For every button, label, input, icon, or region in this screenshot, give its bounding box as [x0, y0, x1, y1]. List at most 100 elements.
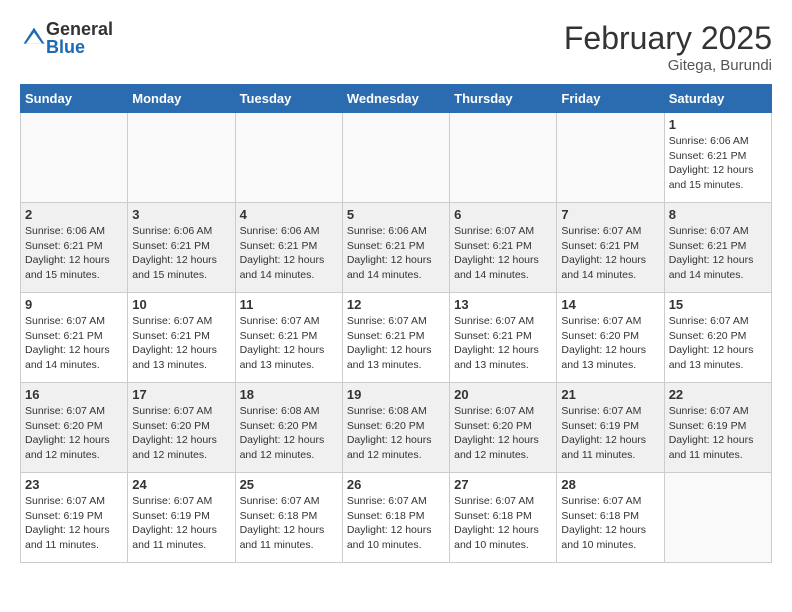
calendar: SundayMondayTuesdayWednesdayThursdayFrid…	[20, 84, 772, 563]
day-number: 2	[25, 207, 123, 222]
day-number: 4	[240, 207, 338, 222]
calendar-cell: 5Sunrise: 6:06 AM Sunset: 6:21 PM Daylig…	[342, 203, 449, 293]
day-info: Sunrise: 6:07 AM Sunset: 6:20 PM Dayligh…	[454, 404, 552, 463]
logo-icon	[22, 26, 46, 50]
location: Gitega, Burundi	[564, 57, 772, 74]
day-number: 16	[25, 387, 123, 402]
calendar-cell: 17 Sunrise: 6:07 AM Sunset: 6:20 PM Dayli…	[128, 383, 235, 473]
day-number: 3	[132, 207, 230, 222]
day-info: Sunrise: 6:07 AM Sunset: 6:20 PM Dayligh…	[25, 404, 123, 463]
logo-blue: Blue	[46, 38, 113, 56]
calendar-cell: 24 Sunrise: 6:07 AM Sunset: 6:19 PM Dayli…	[128, 473, 235, 563]
calendar-cell: 27 Sunrise: 6:07 AM Sunset: 6:18 PM Dayli…	[450, 473, 557, 563]
day-info: Sunrise: 6:06 AM Sunset: 6:21 PM Dayligh…	[669, 134, 767, 193]
calendar-cell: 2 Sunrise: 6:06 AM Sunset: 6:21 PM Daylig…	[21, 203, 128, 293]
calendar-cell: 26Sunrise: 6:07 AM Sunset: 6:18 PM Dayli…	[342, 473, 449, 563]
calendar-cell: 20Sunrise: 6:07 AM Sunset: 6:20 PM Dayli…	[450, 383, 557, 473]
day-number: 15	[669, 297, 767, 312]
calendar-cell: 12 Sunrise: 6:07 AM Sunset: 6:21 PM Dayli…	[342, 293, 449, 383]
calendar-cell	[235, 113, 342, 203]
day-number: 14	[561, 297, 659, 312]
weekday-header-monday: Monday	[128, 85, 235, 113]
day-info: Sunrise: 6:06 AM Sunset: 6:21 PM Dayligh…	[347, 224, 445, 283]
calendar-cell: 16 Sunrise: 6:07 AM Sunset: 6:20 PM Dayli…	[21, 383, 128, 473]
calendar-cell: 8 Sunrise: 6:07 AM Sunset: 6:21 PM Daylig…	[664, 203, 771, 293]
calendar-week-1: 1 Sunrise: 6:06 AM Sunset: 6:21 PM Daylig…	[21, 113, 772, 203]
day-number: 1	[669, 117, 767, 132]
day-info: Sunrise: 6:07 AM Sunset: 6:21 PM Dayligh…	[561, 224, 659, 283]
day-info: Sunrise: 6:07 AM Sunset: 6:21 PM Dayligh…	[132, 314, 230, 373]
day-number: 9	[25, 297, 123, 312]
calendar-cell: 21 Sunrise: 6:07 AM Sunset: 6:19 PM Dayli…	[557, 383, 664, 473]
day-info: Sunrise: 6:06 AM Sunset: 6:21 PM Dayligh…	[240, 224, 338, 283]
calendar-cell: 4 Sunrise: 6:06 AM Sunset: 6:21 PM Daylig…	[235, 203, 342, 293]
day-info: Sunrise: 6:07 AM Sunset: 6:20 PM Dayligh…	[132, 404, 230, 463]
calendar-week-5: 23 Sunrise: 6:07 AM Sunset: 6:19 PM Dayli…	[21, 473, 772, 563]
weekday-header-wednesday: Wednesday	[342, 85, 449, 113]
day-number: 17	[132, 387, 230, 402]
calendar-cell: 14 Sunrise: 6:07 AM Sunset: 6:20 PM Dayli…	[557, 293, 664, 383]
calendar-cell: 28 Sunrise: 6:07 AM Sunset: 6:18 PM Dayli…	[557, 473, 664, 563]
day-info: Sunrise: 6:07 AM Sunset: 6:19 PM Dayligh…	[25, 494, 123, 553]
day-info: Sunrise: 6:08 AM Sunset: 6:20 PM Dayligh…	[240, 404, 338, 463]
calendar-week-3: 9 Sunrise: 6:07 AM Sunset: 6:21 PM Daylig…	[21, 293, 772, 383]
day-info: Sunrise: 6:07 AM Sunset: 6:20 PM Dayligh…	[561, 314, 659, 373]
calendar-cell: 15 Sunrise: 6:07 AM Sunset: 6:20 PM Dayli…	[664, 293, 771, 383]
calendar-cell: 3 Sunrise: 6:06 AM Sunset: 6:21 PM Daylig…	[128, 203, 235, 293]
day-number: 6	[454, 207, 552, 222]
day-info: Sunrise: 6:07 AM Sunset: 6:21 PM Dayligh…	[347, 314, 445, 373]
calendar-cell: 18 Sunrise: 6:08 AM Sunset: 6:20 PM Dayli…	[235, 383, 342, 473]
weekday-header-tuesday: Tuesday	[235, 85, 342, 113]
calendar-cell	[450, 113, 557, 203]
day-info: Sunrise: 6:07 AM Sunset: 6:19 PM Dayligh…	[561, 404, 659, 463]
month-title: February 2025	[564, 20, 772, 57]
day-number: 12	[347, 297, 445, 312]
day-number: 19	[347, 387, 445, 402]
day-info: Sunrise: 6:06 AM Sunset: 6:21 PM Dayligh…	[25, 224, 123, 283]
calendar-cell: 9 Sunrise: 6:07 AM Sunset: 6:21 PM Daylig…	[21, 293, 128, 383]
day-info: Sunrise: 6:07 AM Sunset: 6:18 PM Dayligh…	[454, 494, 552, 553]
calendar-week-4: 16 Sunrise: 6:07 AM Sunset: 6:20 PM Dayli…	[21, 383, 772, 473]
day-info: Sunrise: 6:07 AM Sunset: 6:19 PM Dayligh…	[132, 494, 230, 553]
calendar-cell	[128, 113, 235, 203]
day-number: 13	[454, 297, 552, 312]
day-number: 28	[561, 477, 659, 492]
calendar-cell: 22Sunrise: 6:07 AM Sunset: 6:19 PM Dayli…	[664, 383, 771, 473]
day-info: Sunrise: 6:07 AM Sunset: 6:21 PM Dayligh…	[25, 314, 123, 373]
day-number: 21	[561, 387, 659, 402]
calendar-cell: 25Sunrise: 6:07 AM Sunset: 6:18 PM Dayli…	[235, 473, 342, 563]
weekday-header-sunday: Sunday	[21, 85, 128, 113]
day-info: Sunrise: 6:07 AM Sunset: 6:18 PM Dayligh…	[561, 494, 659, 553]
day-number: 18	[240, 387, 338, 402]
calendar-cell: 19 Sunrise: 6:08 AM Sunset: 6:20 PM Dayli…	[342, 383, 449, 473]
calendar-cell: 11Sunrise: 6:07 AM Sunset: 6:21 PM Dayli…	[235, 293, 342, 383]
day-info: Sunrise: 6:06 AM Sunset: 6:21 PM Dayligh…	[132, 224, 230, 283]
day-number: 27	[454, 477, 552, 492]
calendar-cell: 7 Sunrise: 6:07 AM Sunset: 6:21 PM Daylig…	[557, 203, 664, 293]
day-info: Sunrise: 6:07 AM Sunset: 6:18 PM Dayligh…	[347, 494, 445, 553]
calendar-cell: 10 Sunrise: 6:07 AM Sunset: 6:21 PM Dayli…	[128, 293, 235, 383]
day-number: 25	[240, 477, 338, 492]
day-number: 24	[132, 477, 230, 492]
day-number: 7	[561, 207, 659, 222]
day-number: 8	[669, 207, 767, 222]
weekday-header-friday: Friday	[557, 85, 664, 113]
day-info: Sunrise: 6:07 AM Sunset: 6:21 PM Dayligh…	[454, 224, 552, 283]
day-number: 23	[25, 477, 123, 492]
day-info: Sunrise: 6:07 AM Sunset: 6:20 PM Dayligh…	[669, 314, 767, 373]
calendar-cell: 13 Sunrise: 6:07 AM Sunset: 6:21 PM Dayli…	[450, 293, 557, 383]
weekday-header-saturday: Saturday	[664, 85, 771, 113]
weekday-header-thursday: Thursday	[450, 85, 557, 113]
day-number: 10	[132, 297, 230, 312]
title-block: February 2025 Gitega, Burundi	[564, 20, 772, 74]
calendar-cell: 6 Sunrise: 6:07 AM Sunset: 6:21 PM Daylig…	[450, 203, 557, 293]
day-info: Sunrise: 6:08 AM Sunset: 6:20 PM Dayligh…	[347, 404, 445, 463]
calendar-week-2: 2 Sunrise: 6:06 AM Sunset: 6:21 PM Daylig…	[21, 203, 772, 293]
calendar-cell	[342, 113, 449, 203]
day-number: 22	[669, 387, 767, 402]
day-info: Sunrise: 6:07 AM Sunset: 6:21 PM Dayligh…	[454, 314, 552, 373]
day-info: Sunrise: 6:07 AM Sunset: 6:21 PM Dayligh…	[669, 224, 767, 283]
weekday-header-row: SundayMondayTuesdayWednesdayThursdayFrid…	[21, 85, 772, 113]
calendar-cell	[664, 473, 771, 563]
calendar-cell	[21, 113, 128, 203]
